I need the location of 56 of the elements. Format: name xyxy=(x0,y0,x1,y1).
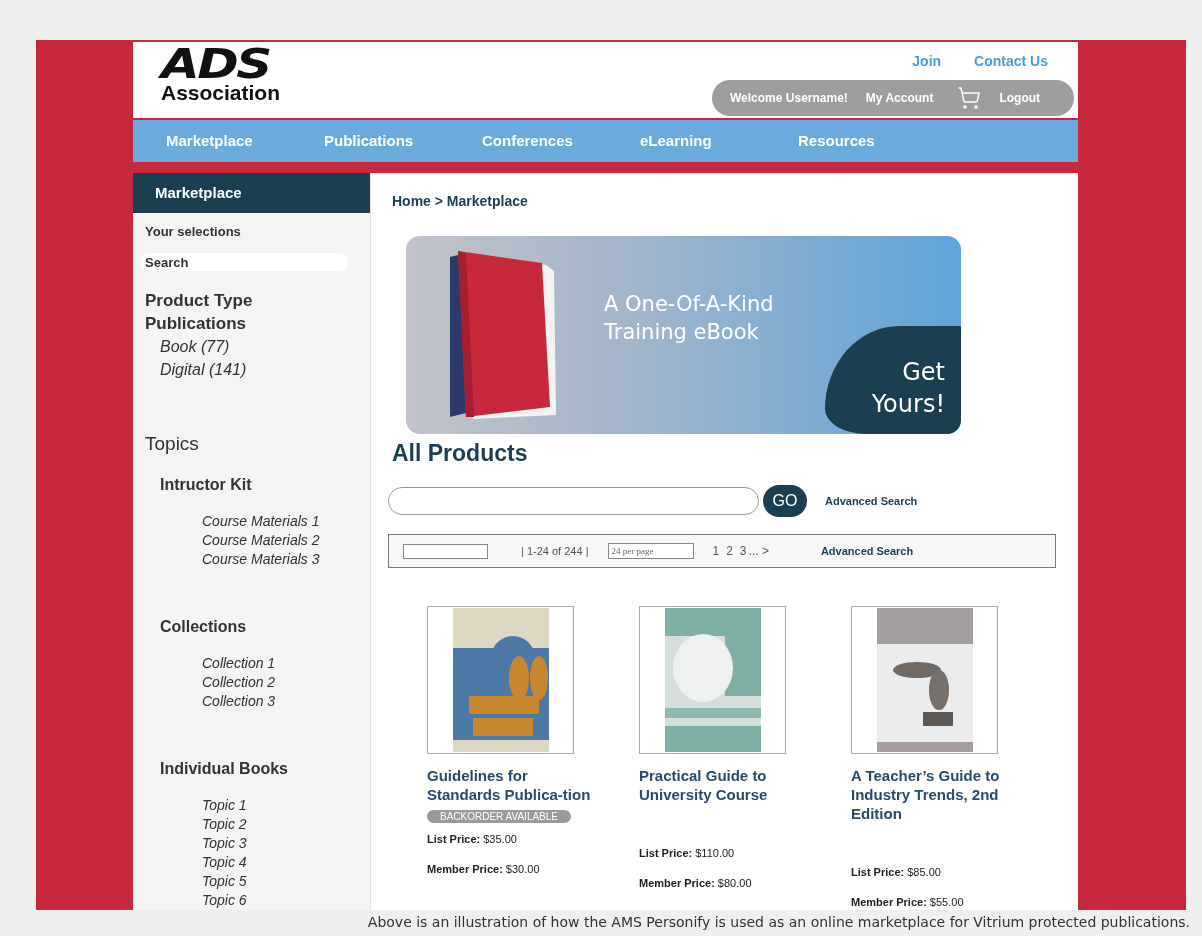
filter-subheading: Publications xyxy=(145,313,248,335)
filter-item[interactable]: Book (77) xyxy=(160,335,370,358)
topic-item[interactable]: Topic 6 xyxy=(202,891,370,910)
topic-item[interactable]: Collection 2 xyxy=(202,673,370,692)
topic-item[interactable]: Topic 5 xyxy=(202,872,370,891)
topics-heading: Topics xyxy=(145,433,200,455)
member-price: Member Price: $55.00 xyxy=(851,896,964,908)
search-field[interactable]: Search xyxy=(140,253,348,271)
promo-banner[interactable]: A One-Of-A-Kind Training eBook Get Yours! xyxy=(406,236,961,434)
cart-icon[interactable] xyxy=(957,86,982,110)
topic-item[interactable]: Course Materials 3 xyxy=(202,550,370,569)
topic-item[interactable]: Collection 3 xyxy=(202,692,370,711)
sidebar-title: Marketplace xyxy=(133,173,370,213)
topic-group-heading: Intructor Kit xyxy=(160,476,253,494)
topic-group-heading: Individual Books xyxy=(160,760,289,778)
topic-item[interactable]: Course Materials 1 xyxy=(202,512,370,531)
list-price: List Price: $35.00 xyxy=(427,833,517,845)
product-title[interactable]: A Teacher’s Guide to Industry Trends, 2nd Edition xyxy=(851,766,1016,823)
topic-item[interactable]: Topic 1 xyxy=(202,796,370,815)
welcome-text: Welcome Username! xyxy=(730,91,848,105)
page-field[interactable] xyxy=(403,543,488,559)
filter-item[interactable]: Digital (141) xyxy=(160,358,370,381)
per-page-field[interactable]: 24 per page xyxy=(608,543,695,559)
banner-headline: A One-Of-A-Kind Training eBook xyxy=(604,291,775,346)
page-link[interactable]: 2 xyxy=(726,544,733,558)
product-search-field[interactable] xyxy=(388,487,759,515)
cover-frame[interactable] xyxy=(639,606,786,754)
member-price: Member Price: $30.00 xyxy=(427,863,540,875)
product-title[interactable]: Practical Guide to University Course xyxy=(639,766,804,804)
cta-button[interactable]: Get Yours! xyxy=(825,326,961,434)
breadcrumb: Home > Marketplace xyxy=(392,193,529,209)
list-price: List Price: $110.00 xyxy=(639,847,735,859)
status-badge: BACKORDER AVAILABLE xyxy=(427,810,571,823)
go-button[interactable]: GO xyxy=(763,485,807,517)
topic-item[interactable]: Topic 4 xyxy=(202,853,370,872)
selections-label: Your selections xyxy=(145,224,242,239)
list-price: List Price: $85.00 xyxy=(851,866,941,878)
result-range: | 1-24 of 244 | xyxy=(521,545,589,557)
product-title[interactable]: Guidelines for Standards Publica-tion xyxy=(427,766,592,804)
topic-group-heading: Collections xyxy=(160,618,248,636)
section-title: All Products xyxy=(392,440,529,467)
advanced-search-link[interactable]: Advanced Search xyxy=(825,495,918,507)
member-price: Member Price: $80.00 xyxy=(639,877,752,889)
topic-item[interactable]: Course Materials 2 xyxy=(202,531,370,550)
filter-heading: Product Type xyxy=(145,290,254,312)
cover-frame[interactable] xyxy=(427,606,574,754)
topic-item[interactable]: Collection 1 xyxy=(202,654,370,673)
topic-item[interactable]: Topic 3 xyxy=(202,834,370,853)
page-link[interactable]: 3 xyxy=(739,544,747,558)
page-link[interactable]: 1 xyxy=(712,544,720,558)
caption: Above is an illustration of how the AMS Personify is used as an online marketplace for Vitrium protected publications. xyxy=(366,913,1191,932)
cover-frame[interactable] xyxy=(851,606,998,754)
next-link[interactable]: ... > xyxy=(748,544,769,558)
topic-item[interactable]: Topic 2 xyxy=(202,815,370,834)
logo-name: Association xyxy=(161,82,281,104)
advanced-search-link[interactable]: Advanced Search xyxy=(820,545,914,557)
